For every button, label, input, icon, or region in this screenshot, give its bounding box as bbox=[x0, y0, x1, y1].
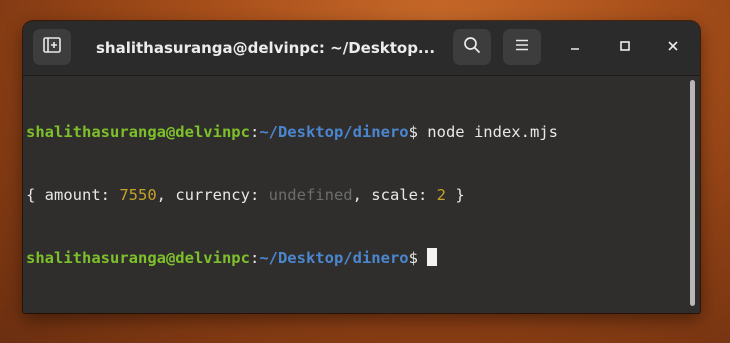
close-button[interactable] bbox=[660, 34, 686, 60]
prompt-symbol: $ bbox=[408, 249, 418, 267]
output-open: { amount: bbox=[26, 186, 120, 204]
output-mid-1: , currency: bbox=[156, 186, 269, 204]
prompt-path: ~/Desktop/dinero bbox=[259, 249, 409, 267]
scrollbar[interactable] bbox=[690, 80, 695, 306]
prompt-symbol: $ bbox=[408, 123, 418, 141]
close-icon bbox=[666, 38, 680, 57]
new-tab-icon bbox=[42, 36, 62, 58]
menu-button[interactable] bbox=[503, 29, 541, 65]
prompt-user: shalithasuranga@delvinpc bbox=[26, 123, 250, 141]
maximize-icon bbox=[618, 38, 632, 57]
search-button[interactable] bbox=[453, 29, 491, 65]
prompt-colon: : bbox=[249, 249, 260, 267]
terminal-output: shalithasuranga@delvinpc:~/Desktop/diner… bbox=[26, 80, 558, 311]
prompt-colon: : bbox=[249, 123, 260, 141]
minimize-icon bbox=[568, 38, 582, 57]
terminal-area[interactable]: shalithasuranga@delvinpc:~/Desktop/diner… bbox=[23, 76, 700, 313]
titlebar: shalithasuranga@delvinpc: ~/Desktop... bbox=[23, 21, 700, 76]
minimize-button[interactable] bbox=[562, 34, 588, 60]
output-close: } bbox=[445, 186, 465, 204]
search-icon bbox=[462, 35, 482, 59]
output-amount: 7550 bbox=[119, 186, 157, 204]
output-mid-2: , scale: bbox=[352, 186, 437, 204]
hamburger-menu-icon bbox=[513, 37, 531, 57]
terminal-line-2: { amount: 7550, currency: undefined, sca… bbox=[26, 185, 558, 206]
maximize-button[interactable] bbox=[612, 34, 638, 60]
text-cursor bbox=[426, 248, 437, 266]
terminal-line-3: shalithasuranga@delvinpc:~/Desktop/diner… bbox=[26, 248, 558, 269]
output-scale: 2 bbox=[436, 186, 446, 204]
terminal-line-1: shalithasuranga@delvinpc:~/Desktop/diner… bbox=[26, 122, 558, 143]
window-title: shalithasuranga@delvinpc: ~/Desktop... bbox=[96, 39, 436, 57]
output-currency: undefined bbox=[268, 186, 353, 204]
command-text: node index.mjs bbox=[417, 123, 558, 141]
prompt-path: ~/Desktop/dinero bbox=[259, 123, 409, 141]
new-tab-button[interactable] bbox=[33, 29, 71, 65]
prompt-user: shalithasuranga@delvinpc bbox=[26, 249, 250, 267]
terminal-window: shalithasuranga@delvinpc: ~/Desktop... s… bbox=[23, 21, 700, 313]
